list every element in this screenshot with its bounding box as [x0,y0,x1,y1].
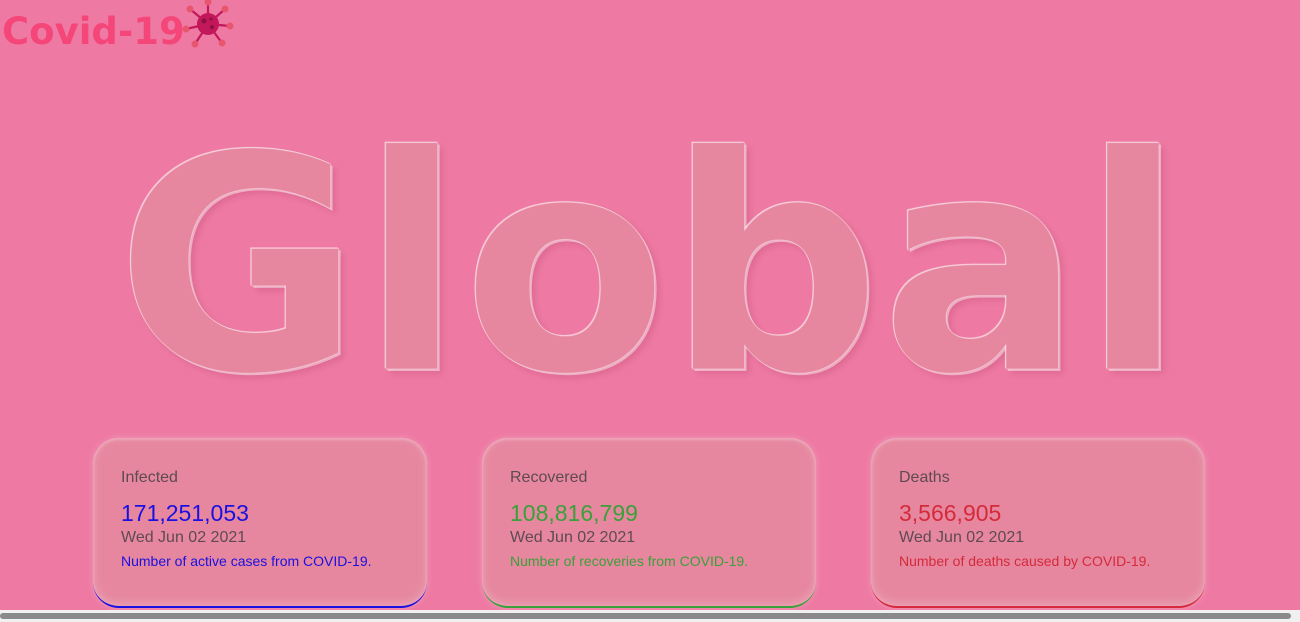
card-date: Wed Jun 02 2021 [121,529,247,546]
recovered-count: 108,816,799 [510,500,638,526]
page: Covid-19 Global Infected 171,251,053 Wed… [0,0,1300,622]
card-description: Number of recoveries from COVID-19. [510,553,749,569]
scrollbar-thumb[interactable] [0,613,1291,619]
virus-icon [182,0,234,48]
recovered-card: Recovered 108,816,799 Wed Jun 02 2021 Nu… [482,438,816,608]
horizontal-scrollbar[interactable] [0,610,1300,622]
card-description: Number of deaths caused by COVID-19. [899,553,1151,569]
deaths-count: 3,566,905 [899,500,1002,526]
logo[interactable]: Covid-19 [2,0,235,60]
card-description: Number of active cases from COVID-19. [121,553,372,569]
infected-card: Infected 171,251,053 Wed Jun 02 2021 Num… [93,438,427,608]
logo-text: Covid-19 [2,10,185,53]
card-date: Wed Jun 02 2021 [899,529,1025,546]
infected-count: 171,251,053 [121,500,249,526]
deaths-card: Deaths 3,566,905 Wed Jun 02 2021 Number … [871,438,1205,608]
card-title: Recovered [510,469,588,486]
hero-title: Global [115,93,1185,440]
card-date: Wed Jun 02 2021 [510,529,636,546]
card-title: Deaths [899,469,950,486]
card-title: Infected [121,469,178,486]
